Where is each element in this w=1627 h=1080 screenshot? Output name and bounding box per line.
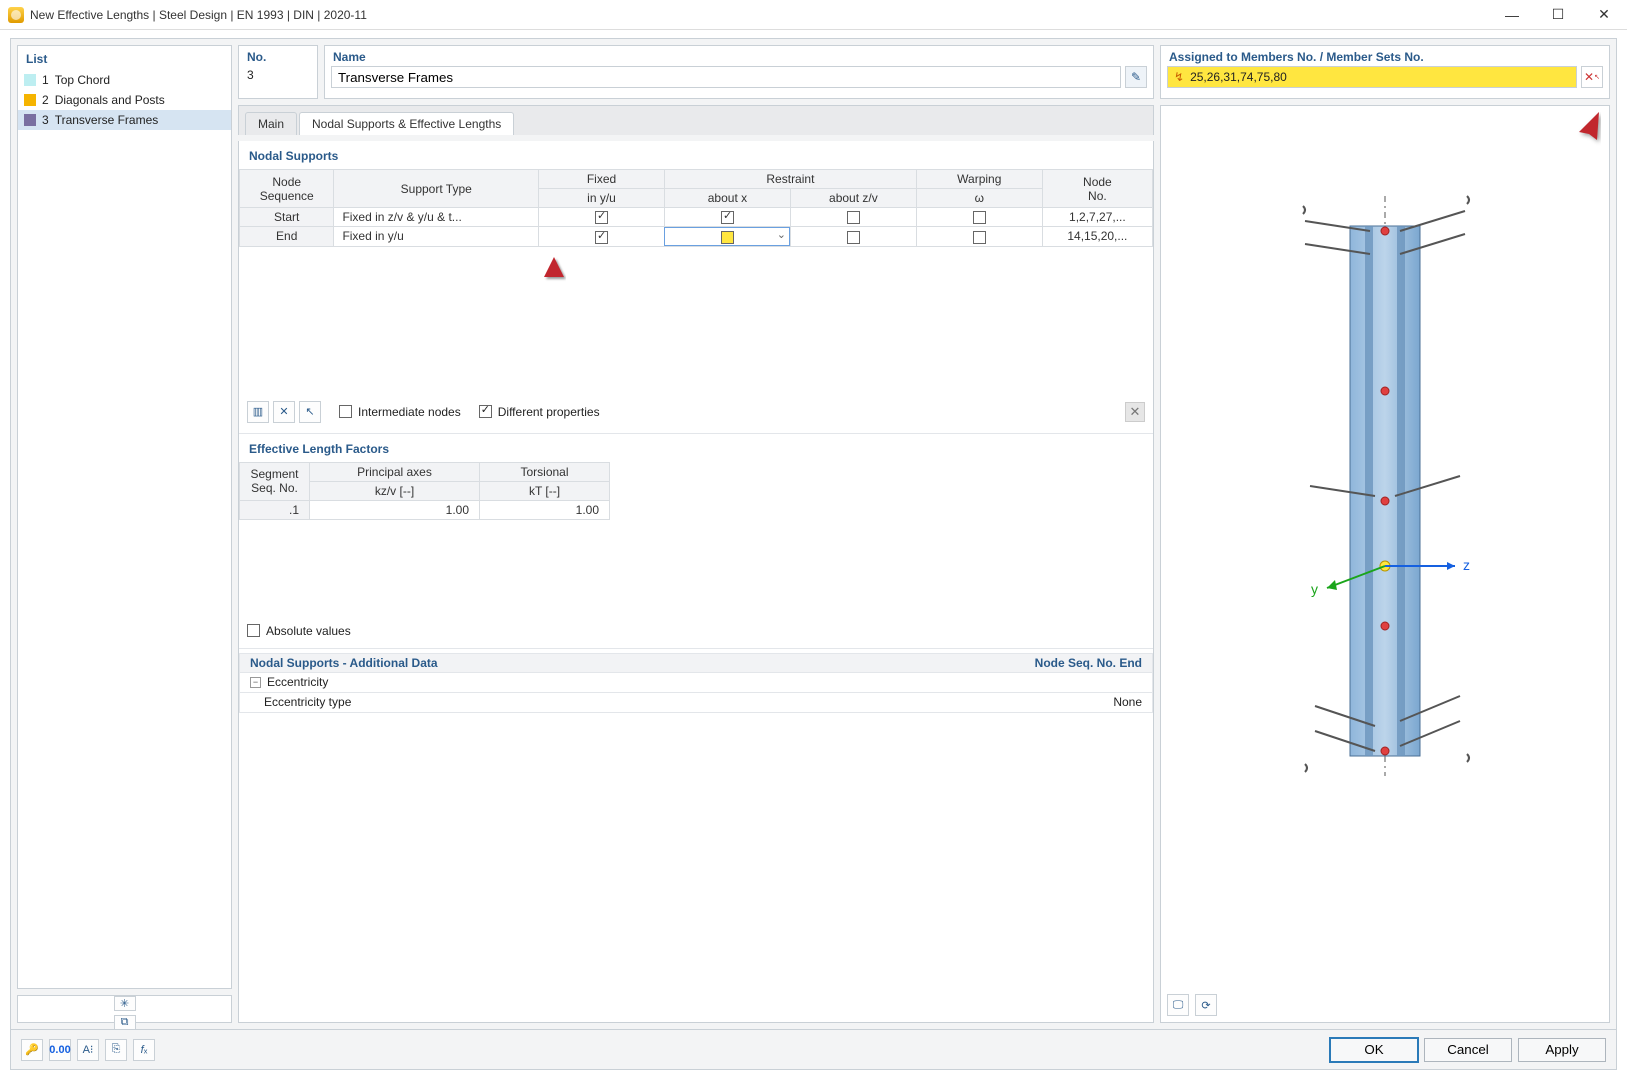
- table-row[interactable]: .1 1.00 1.00: [240, 500, 1154, 519]
- dialog-body: List 1 Top Chord 2 Diagonals and Posts 3…: [10, 38, 1617, 1070]
- eccentricity-type-row[interactable]: Eccentricity type None: [239, 693, 1153, 713]
- col-fixed: Fixed: [539, 170, 665, 189]
- checkbox-icon: [479, 405, 492, 418]
- window-close-button[interactable]: ✕: [1581, 0, 1627, 29]
- col-warping: Warping: [916, 170, 1042, 189]
- list-header: List: [18, 46, 231, 70]
- arrow-annotation-icon: [539, 257, 569, 337]
- col-support-type: Support Type: [334, 170, 539, 208]
- name-input[interactable]: [331, 66, 1121, 88]
- support-icon-button-3[interactable]: ↖: [299, 401, 321, 423]
- support-icon-button-1[interactable]: ▥: [247, 401, 269, 423]
- list-toolbar: ✳ ⧉ ✓✓ ✓≡ ✕: [17, 995, 232, 1023]
- window-minimize-button[interactable]: —: [1489, 0, 1535, 29]
- svg-text:z: z: [1463, 557, 1470, 573]
- name-label: Name: [325, 46, 1153, 66]
- checkbox-icon: [595, 231, 608, 244]
- checkbox-icon: [595, 211, 608, 224]
- collapse-icon[interactable]: −: [250, 677, 261, 688]
- window-title: New Effective Lengths | Steel Design | E…: [30, 8, 1489, 22]
- list-item-top-chord[interactable]: 1 Top Chord: [18, 70, 231, 90]
- preview-display-button[interactable]: 🖵: [1167, 994, 1189, 1016]
- eccentricity-row[interactable]: − Eccentricity: [239, 673, 1153, 693]
- function-button[interactable]: fₓ: [133, 1039, 155, 1061]
- no-panel: No. 3: [238, 45, 318, 99]
- intermediate-nodes-checkbox[interactable]: Intermediate nodes: [339, 405, 461, 419]
- absolute-values-checkbox[interactable]: Absolute values: [247, 624, 351, 638]
- restraint-x-end-cell[interactable]: [664, 227, 790, 246]
- members-icon: ↯: [1174, 70, 1184, 84]
- app-icon: [8, 7, 24, 23]
- nodal-supports-header: Nodal Supports: [239, 145, 1153, 169]
- name-panel: Name ✎: [324, 45, 1154, 99]
- assigned-input[interactable]: ↯ 25,26,31,74,75,80: [1167, 66, 1577, 88]
- bottom-toolbar: 🔑 0.00 A⁝ ⎘ fₓ OK Cancel Apply: [11, 1029, 1616, 1069]
- eff-len-table[interactable]: SegmentSeq. No. Principal axes Torsional…: [239, 462, 1153, 520]
- validate-button[interactable]: ⎘: [105, 1039, 127, 1061]
- checkbox-icon: [973, 231, 986, 244]
- apply-button[interactable]: Apply: [1518, 1038, 1606, 1062]
- no-value: 3: [239, 66, 317, 86]
- units-button[interactable]: 0.00: [49, 1039, 71, 1061]
- eff-len-header: Effective Length Factors: [239, 438, 1153, 462]
- checkbox-icon: [721, 211, 734, 224]
- table-row[interactable]: Start Fixed in z/v & y/u & t... 1,2,7,27…: [240, 208, 1153, 227]
- checkbox-icon: [339, 405, 352, 418]
- checkbox-icon: [721, 231, 734, 244]
- color-swatch-icon: [24, 94, 36, 106]
- member-preview[interactable]: z y 🖵 ⟳: [1160, 105, 1610, 1023]
- comment-button[interactable]: ✎: [1125, 66, 1147, 88]
- list-item-diagonals[interactable]: 2 Diagonals and Posts: [18, 90, 231, 110]
- pick-in-view-button[interactable]: ✕↖: [1581, 66, 1603, 88]
- cancel-button[interactable]: Cancel: [1424, 1038, 1512, 1062]
- checkbox-icon: [973, 211, 986, 224]
- col-node-no: NodeNo.: [1042, 170, 1152, 208]
- col-node-sequence: NodeSequence: [240, 170, 334, 208]
- preview-options-button[interactable]: ⟳: [1195, 994, 1217, 1016]
- addl-header: Nodal Supports - Additional Data Node Se…: [239, 653, 1153, 673]
- color-swatch-icon: [24, 74, 36, 86]
- support-icon-button-2[interactable]: ✕: [273, 401, 295, 423]
- list-item-transverse-frames[interactable]: 3 Transverse Frames: [18, 110, 231, 130]
- checkbox-icon: [847, 211, 860, 224]
- table-row[interactable]: End Fixed in y/u 14,15,20,...: [240, 227, 1153, 246]
- tab-bar: Main Nodal Supports & Effective Lengths: [238, 105, 1154, 135]
- section-close-button[interactable]: ✕: [1125, 402, 1145, 422]
- assigned-label: Assigned to Members No. / Member Sets No…: [1161, 46, 1609, 66]
- col-restraint: Restraint: [664, 170, 916, 189]
- tab-main[interactable]: Main: [245, 112, 297, 135]
- arrow-annotation-icon: [1551, 112, 1601, 212]
- beam-icon: z y: [1255, 166, 1515, 806]
- checkbox-icon: [847, 231, 860, 244]
- tab-nodal-supports[interactable]: Nodal Supports & Effective Lengths: [299, 112, 514, 135]
- no-label: No.: [239, 46, 317, 66]
- nodal-supports-table[interactable]: NodeSequence Support Type Fixed Restrain…: [239, 169, 1153, 247]
- title-bar: New Effective Lengths | Steel Design | E…: [0, 0, 1627, 30]
- duplicate-button[interactable]: ⧉: [114, 1015, 136, 1029]
- help-button[interactable]: 🔑: [21, 1039, 43, 1061]
- text-edit-button[interactable]: A⁝: [77, 1039, 99, 1061]
- color-swatch-icon: [24, 114, 36, 126]
- window-maximize-button[interactable]: ☐: [1535, 0, 1581, 29]
- checkbox-icon: [247, 624, 260, 637]
- svg-text:y: y: [1311, 581, 1318, 597]
- new-item-button[interactable]: ✳: [114, 996, 136, 1011]
- list-panel: List 1 Top Chord 2 Diagonals and Posts 3…: [17, 45, 232, 989]
- different-properties-checkbox[interactable]: Different properties: [479, 405, 600, 419]
- ok-button[interactable]: OK: [1330, 1038, 1418, 1062]
- assigned-panel: Assigned to Members No. / Member Sets No…: [1160, 45, 1610, 99]
